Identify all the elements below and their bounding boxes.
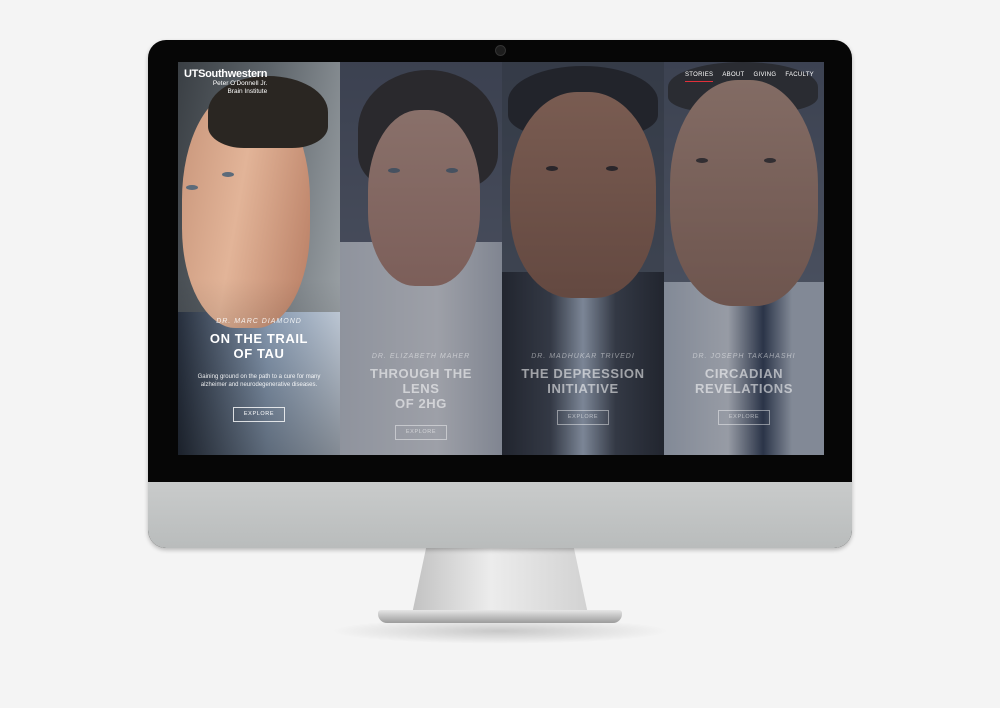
story-panel-maher[interactable]: DR. ELIZABETH MAHER THROUGH THE LENS OF … (340, 62, 502, 455)
monitor-stand (412, 548, 588, 614)
monitor-frame: UTSouthwestern Peter O'Donnell Jr. Brain… (148, 40, 852, 548)
story-panel-takahashi[interactable]: DR. JOSEPH TAKAHASHI CIRCADIAN REVELATIO… (664, 62, 824, 455)
site-logo[interactable]: UTSouthwestern Peter O'Donnell Jr. Brain… (184, 68, 268, 96)
doctor-name: DR. MARC DIAMOND (216, 318, 302, 325)
logo-main: UTSouthwestern (184, 68, 268, 80)
story-title: THROUGH THE LENS OF 2HG (370, 366, 472, 411)
story-content: DR. ELIZABETH MAHER THROUGH THE LENS OF … (340, 353, 502, 440)
story-title: THE DEPRESSION INITIATIVE (521, 366, 645, 396)
nav-faculty[interactable]: FACULTY (785, 72, 814, 78)
story-description: Gaining ground on the path to a cure for… (197, 374, 321, 388)
story-content: DR. JOSEPH TAKAHASHI CIRCADIAN REVELATIO… (664, 353, 824, 425)
explore-button[interactable]: EXPLORE (395, 425, 447, 440)
explore-button[interactable]: EXPLORE (557, 410, 609, 425)
story-panel-diamond[interactable]: DR. MARC DIAMOND ON THE TRAIL OF TAU Gai… (178, 62, 340, 455)
story-title: ON THE TRAIL OF TAU (209, 331, 309, 361)
story-content: DR. MARC DIAMOND ON THE TRAIL OF TAU Gai… (178, 318, 340, 422)
story-content: DR. MADHUKAR TRIVEDI THE DEPRESSION INIT… (502, 353, 664, 425)
doctor-name: DR. ELIZABETH MAHER (371, 353, 471, 360)
website-screen: UTSouthwestern Peter O'Donnell Jr. Brain… (178, 62, 824, 455)
explore-button[interactable]: EXPLORE (233, 407, 285, 422)
doctor-name: DR. MADHUKAR TRIVEDI (531, 353, 635, 360)
explore-button[interactable]: EXPLORE (718, 410, 770, 425)
nav-stories[interactable]: STORIES (685, 72, 714, 82)
nav-about[interactable]: ABOUT (722, 72, 744, 78)
camera-icon (495, 45, 506, 56)
main-nav: STORIES ABOUT GIVING FACULTY (685, 72, 814, 82)
monitor-chin (148, 482, 852, 548)
logo-sub-line2: Brain Institute (227, 88, 268, 95)
nav-giving[interactable]: GIVING (754, 72, 777, 78)
doctor-name: DR. JOSEPH TAKAHASHI (692, 353, 796, 360)
monitor-stand-base (378, 610, 622, 623)
story-title: CIRCADIAN REVELATIONS (694, 366, 794, 396)
logo-sub-line1: Peter O'Donnell Jr. (212, 80, 268, 87)
story-panel-trivedi[interactable]: DR. MADHUKAR TRIVEDI THE DEPRESSION INIT… (502, 62, 664, 455)
